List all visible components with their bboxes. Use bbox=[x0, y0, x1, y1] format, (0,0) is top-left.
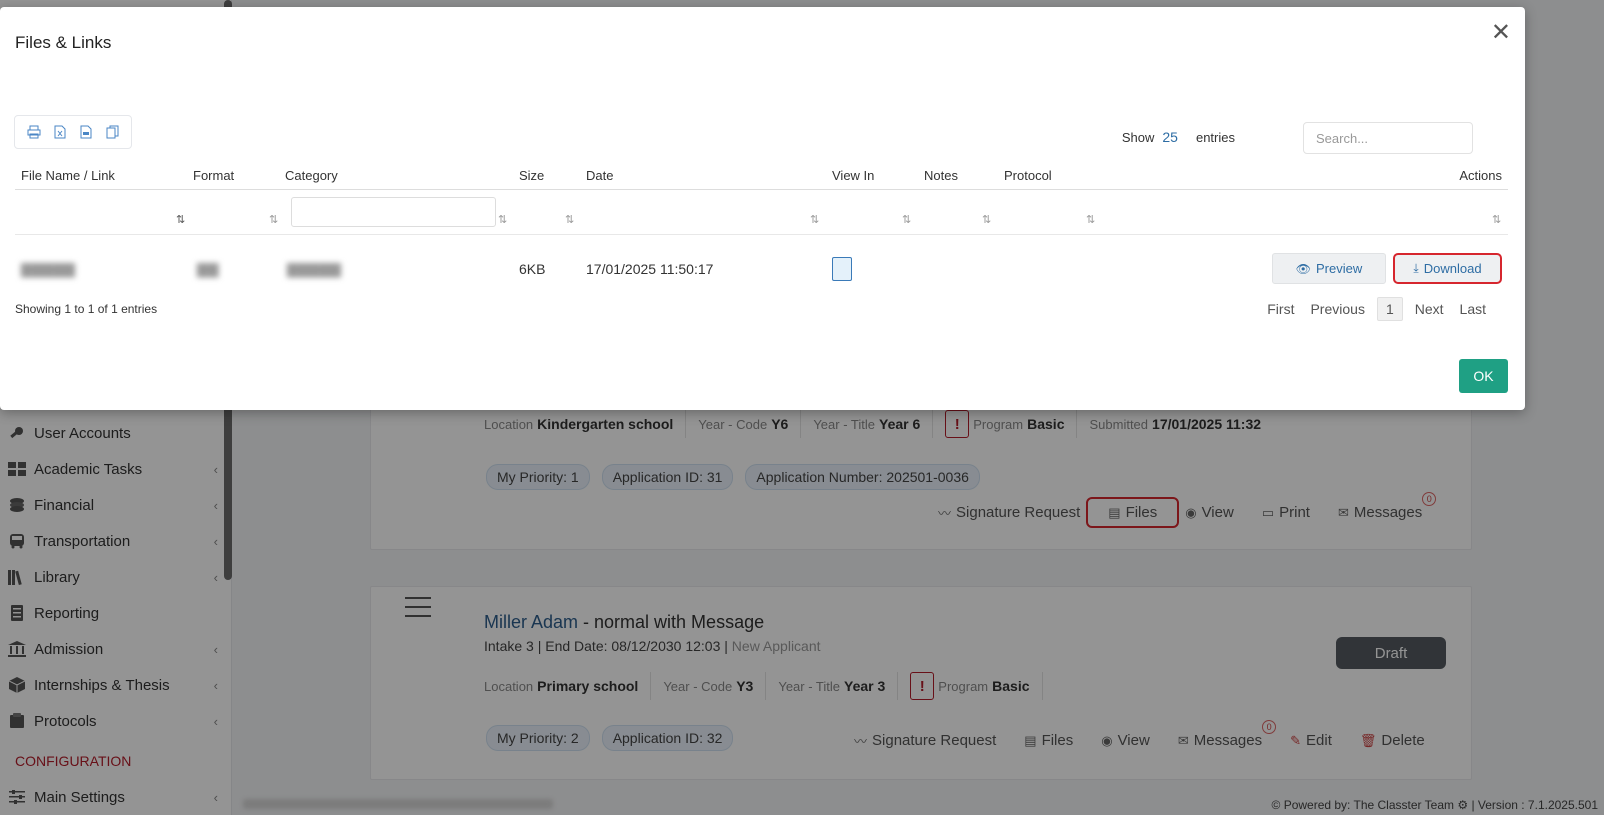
table-row: ▇▇▇▇▇ ▇▇ ▇▇▇▇▇ 6KB 17/01/2025 11:50:17 👁… bbox=[15, 236, 1508, 298]
files-links-modal: Files & Links ✕ Show 25 entries File Nam… bbox=[0, 7, 1525, 410]
view-in-checkbox[interactable] bbox=[832, 257, 852, 281]
search-input[interactable] bbox=[1303, 122, 1473, 154]
filter-row: ⇅ ⇅ ⇅ ⇅ ⇅ ⇅ ⇅ ⇅ ⇅ bbox=[15, 191, 1508, 235]
column-date[interactable]: Date bbox=[586, 168, 613, 183]
excel-icon[interactable] bbox=[47, 119, 73, 145]
category-blurred: ▇▇▇▇▇ bbox=[287, 261, 341, 277]
eye-icon: 👁 bbox=[1295, 261, 1311, 276]
pagination-last[interactable]: Last bbox=[1460, 301, 1486, 317]
entries-select[interactable]: 25 bbox=[1162, 129, 1178, 145]
format-blurred: ▇▇ bbox=[197, 261, 219, 277]
download-button[interactable]: ⤓ Download bbox=[1393, 253, 1502, 284]
show-entries: Show 25 entries bbox=[1121, 129, 1235, 145]
print-icon[interactable] bbox=[21, 119, 47, 145]
file-size: 6KB bbox=[519, 261, 546, 277]
modal-title: Files & Links bbox=[15, 33, 112, 52]
copy-icon[interactable] bbox=[99, 119, 125, 145]
sort-icon[interactable]: ⇅ bbox=[176, 213, 185, 226]
sort-icon[interactable]: ⇅ bbox=[1086, 213, 1095, 226]
category-filter-input[interactable] bbox=[291, 197, 496, 227]
file-name-blurred[interactable]: ▇▇▇▇▇ bbox=[21, 261, 75, 278]
file-date: 17/01/2025 11:50:17 bbox=[586, 261, 714, 277]
export-buttons bbox=[14, 115, 132, 149]
column-protocol[interactable]: Protocol bbox=[1004, 168, 1052, 183]
column-format[interactable]: Format bbox=[193, 168, 234, 183]
download-icon: ⤓ bbox=[1413, 261, 1419, 275]
table-info: Showing 1 to 1 of 1 entries bbox=[15, 302, 158, 316]
pagination-current-page[interactable]: 1 bbox=[1376, 297, 1403, 321]
column-category[interactable]: Category bbox=[285, 168, 338, 183]
table-header: File Name / Link Format Category Size Da… bbox=[15, 160, 1508, 190]
sort-icon[interactable]: ⇅ bbox=[1492, 213, 1501, 226]
pagination-previous[interactable]: Previous bbox=[1310, 301, 1364, 317]
sort-icon[interactable]: ⇅ bbox=[902, 213, 911, 226]
ok-button[interactable]: OK bbox=[1459, 359, 1508, 393]
column-view-in[interactable]: View In bbox=[832, 168, 874, 183]
preview-button[interactable]: 👁 Preview bbox=[1272, 253, 1386, 284]
column-notes[interactable]: Notes bbox=[924, 168, 958, 183]
column-file-name[interactable]: File Name / Link bbox=[21, 168, 115, 183]
pagination-next[interactable]: Next bbox=[1415, 301, 1444, 317]
pagination-first[interactable]: First bbox=[1267, 301, 1294, 317]
sort-icon[interactable]: ⇅ bbox=[269, 213, 278, 226]
pagination: First Previous 1 Next Last bbox=[1251, 297, 1486, 321]
sort-icon[interactable]: ⇅ bbox=[498, 213, 507, 226]
csv-icon[interactable] bbox=[73, 119, 99, 145]
close-icon[interactable]: ✕ bbox=[1491, 21, 1511, 45]
sort-icon[interactable]: ⇅ bbox=[982, 213, 991, 226]
sort-icon[interactable]: ⇅ bbox=[810, 213, 819, 226]
column-size[interactable]: Size bbox=[519, 168, 544, 183]
sort-icon[interactable]: ⇅ bbox=[565, 213, 574, 226]
column-actions: Actions bbox=[1459, 168, 1502, 183]
